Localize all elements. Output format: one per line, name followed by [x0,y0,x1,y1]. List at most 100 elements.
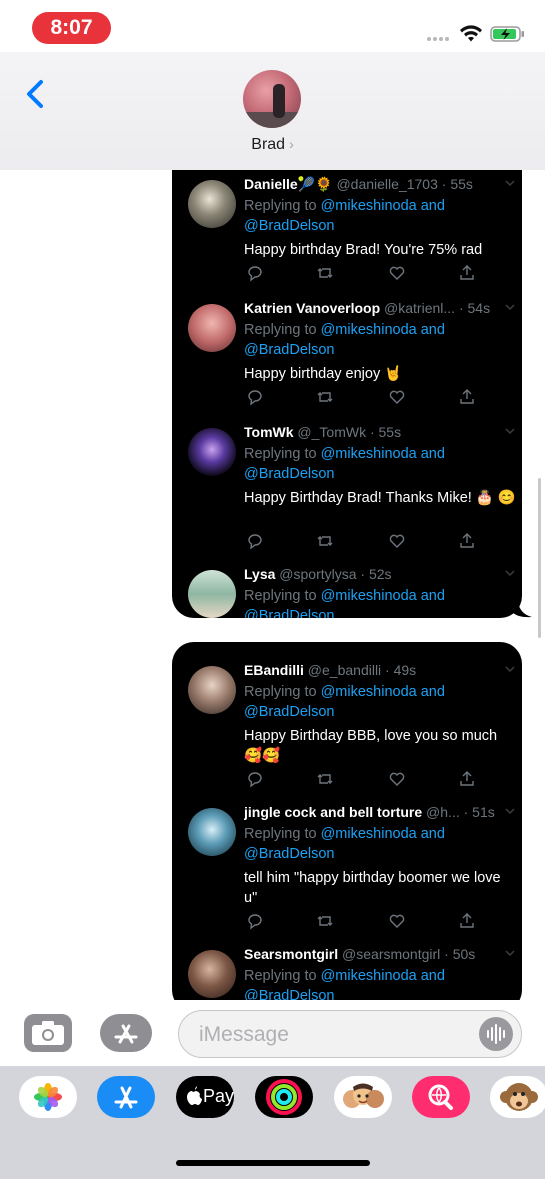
animoji-monkey-icon [500,1083,538,1111]
imessage-placeholder: iMessage [199,1023,289,1046]
chevron-right-icon: › [289,136,294,152]
share-icon[interactable] [458,532,476,550]
message-list[interactable]: Danielle🎾🌻 @danielle_1703 · 55s Replying… [0,170,545,1000]
screenshot-message-bubble[interactable]: Danielle🎾🌻 @danielle_1703 · 55s Replying… [172,170,522,618]
camera-icon [32,1021,64,1045]
mention-link[interactable]: @mikeshinoda [321,322,417,338]
like-heart-icon[interactable] [388,388,406,406]
activity-app-button[interactable] [255,1076,313,1118]
reply-icon[interactable] [246,770,264,788]
mention-link[interactable]: @mikeshinoda [321,588,417,604]
back-chevron-icon[interactable] [20,74,50,114]
chevron-down-icon[interactable] [504,178,516,188]
mention-link[interactable]: @mikeshinoda [321,826,417,842]
wifi-icon [460,25,482,42]
app-store-app-button[interactable] [97,1076,155,1118]
audio-message-button[interactable] [479,1017,513,1051]
tweet-reply-context: Replying to @mikeshinoda and @BradDelson [244,446,445,482]
activity-rings-icon [266,1079,302,1115]
bubble-tail [512,602,532,618]
share-icon[interactable] [458,770,476,788]
reply-icon[interactable] [246,532,264,550]
tweet-handle-time: @sportylysa · 52s [279,566,392,582]
contact-name-label: Brad [251,136,286,153]
screenshot-message-bubble[interactable]: EBandilli @e_bandilli · 49s Replying to … [172,642,522,1000]
chevron-down-icon[interactable] [504,426,516,436]
battery-charging-icon [490,26,524,42]
like-heart-icon[interactable] [388,770,406,788]
apple-pay-button[interactable]: Pay [176,1076,234,1118]
like-heart-icon[interactable] [388,532,406,550]
retweet-icon[interactable] [316,532,334,550]
home-indicator[interactable] [176,1160,370,1166]
memoji-app-button[interactable] [334,1076,392,1118]
reply-icon[interactable] [246,264,264,282]
contact-name-button[interactable]: Brad › [0,136,545,154]
retweet-icon[interactable] [316,770,334,788]
retweet-icon[interactable] [316,264,334,282]
apple-pay-label: Pay [203,1086,235,1106]
app-store-icon [114,1086,138,1109]
imessage-field[interactable]: iMessage [178,1010,522,1058]
mention-link[interactable]: @BradDelson [244,846,334,862]
chevron-down-icon[interactable] [504,302,516,312]
tweet-text: Happy Birthday BBB, love you so much 🥰🥰 [244,728,498,764]
mention-link[interactable]: @BradDelson [244,608,334,618]
reply-icon[interactable] [246,912,264,930]
tweet-avatar[interactable] [188,950,236,998]
photos-app-button[interactable] [19,1076,77,1118]
reply-icon[interactable] [246,388,264,406]
mention-link[interactable]: @mikeshinoda [321,968,417,984]
tweet-author-name: EBandilli [244,662,304,678]
mention-link[interactable]: @BradDelson [244,704,334,720]
mention-link[interactable]: @BradDelson [244,342,334,358]
mention-link[interactable]: @mikeshinoda [321,198,417,214]
tweet-avatar[interactable] [188,304,236,352]
tweet-actions [244,770,484,788]
mention-link[interactable]: @mikeshinoda [321,446,417,462]
tweet-author-name: Katrien Vanoverloop [244,300,381,316]
status-time[interactable]: 8:07 [32,12,111,44]
image-search-icon [428,1084,453,1110]
conversation-header: Brad › [0,52,545,170]
photos-app-icon [34,1083,62,1111]
image-search-app-button[interactable] [412,1076,470,1118]
tweet-author-name: Lysa [244,566,276,582]
tweet-actions [244,264,484,282]
tweet-handle-time: @e_bandilli · 49s [307,662,417,678]
share-icon[interactable] [458,264,476,282]
app-store-button[interactable] [100,1014,152,1052]
cellular-signal-icon [427,37,453,41]
mention-link[interactable]: @BradDelson [244,218,334,234]
camera-button[interactable] [24,1014,72,1052]
like-heart-icon[interactable] [388,912,406,930]
tweet-handle-time: @h... · 51s [426,804,495,820]
retweet-icon[interactable] [316,388,334,406]
input-bar: iMessage [0,1000,545,1066]
tweet-avatar[interactable] [188,808,236,856]
tweet-text: tell him "happy birthday boomer we love … [244,870,501,906]
mention-link[interactable]: @BradDelson [244,466,334,482]
tweet-avatar[interactable] [188,666,236,714]
tweet-reply-context: Replying to @mikeshinoda and @BradDelson [244,586,514,618]
tweet-actions [244,912,484,930]
chevron-down-icon[interactable] [504,948,516,958]
tweet-author-name: jingle cock and bell torture [244,804,423,820]
share-icon[interactable] [458,912,476,930]
animoji-app-button[interactable] [490,1076,545,1118]
scroll-indicator[interactable] [538,478,541,638]
mention-link[interactable]: @BradDelson [244,988,334,1000]
tweet-actions [244,388,484,406]
contact-avatar[interactable] [243,70,301,128]
tweet-avatar[interactable] [188,428,236,476]
like-heart-icon[interactable] [388,264,406,282]
tweet-reply-context: Replying to @mikeshinoda and @BradDelson [244,322,445,358]
tweet-avatar[interactable] [188,570,236,618]
mention-link[interactable]: @mikeshinoda [321,684,417,700]
chevron-down-icon[interactable] [504,664,516,674]
retweet-icon[interactable] [316,912,334,930]
tweet-avatar[interactable] [188,180,236,228]
share-icon[interactable] [458,388,476,406]
chevron-down-icon[interactable] [504,806,516,816]
chevron-down-icon[interactable] [504,568,516,578]
